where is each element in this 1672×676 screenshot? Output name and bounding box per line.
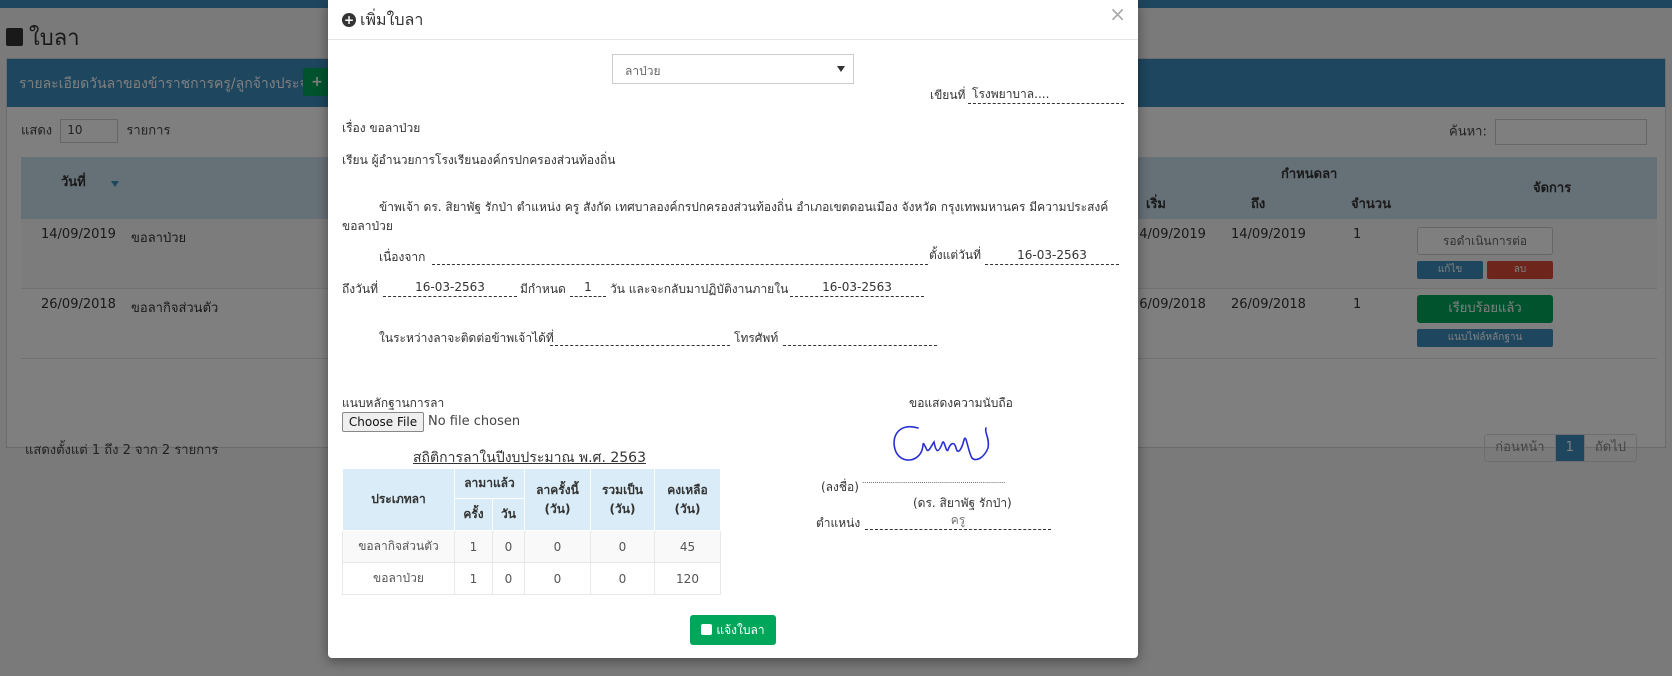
stats-col-taken: ลามาแล้ว <box>454 468 525 499</box>
stats-col-type: ประเภทลา <box>342 468 455 531</box>
written-at-label: เขียนที่ <box>930 88 966 102</box>
stats-col-this-time: ลาครั้งนี้ (วัน) <box>524 468 591 531</box>
stats-col-remaining: คงเหลือ (วัน) <box>654 468 721 531</box>
phone-label: โทรศัพท์ <box>734 331 779 345</box>
stats-row: ขอลากิจส่วนตัว 1 0 0 0 45 <box>342 530 721 563</box>
sign-label: (ลงชื่อ) <box>821 480 859 494</box>
phone-field[interactable] <box>783 326 937 346</box>
save-icon <box>701 624 713 635</box>
stats-title: สถิติการลาในปีงบประมาณ พ.ศ. 2563 <box>413 450 646 466</box>
leave-stats-table: ประเภทลา ลามาแล้ว ลาครั้งนี้ (วัน) รวมเป็… <box>342 468 721 595</box>
duration-label: มีกำหนด <box>520 282 566 296</box>
leave-type-select[interactable]: ลาป่วย <box>612 54 854 84</box>
plus-circle-icon: + <box>342 13 356 27</box>
written-at-field[interactable]: โรงพยาบาล.... <box>968 84 1124 104</box>
stats-col-days: วัน <box>492 498 525 531</box>
position-label: ตำแหน่ง <box>816 516 861 530</box>
choose-file-button[interactable]: Choose File <box>342 412 424 432</box>
submit-leave-button[interactable]: แจ้งใบลา <box>690 615 776 645</box>
attach-label: แนบหลักฐานการลา <box>342 396 445 410</box>
stats-col-total: รวมเป็น (วัน) <box>590 468 655 531</box>
regards-text: ขอแสดงความนับถือ <box>909 396 1013 410</box>
stats-row: ขอลาป่วย 1 0 0 0 120 <box>342 562 721 595</box>
start-date-label: ตั้งแต่วันที่ <box>929 248 982 262</box>
add-leave-modal: + เพิ่มใบลา × ลาป่วย เขียนที่ โรงพยาบาล..… <box>328 0 1138 658</box>
body-line: ขอลาป่วย <box>342 219 393 233</box>
close-icon[interactable]: × <box>1109 2 1126 26</box>
modal-header: + เพิ่มใบลา × <box>328 0 1138 40</box>
contact-label: ในระหว่างลาจะติดต่อข้าพเจ้าได้ที่ <box>379 331 554 345</box>
modal-title: + เพิ่มใบลา <box>342 10 424 29</box>
stats-col-times: ครั้ง <box>454 498 493 531</box>
return-date-field[interactable]: 16-03-2563 <box>790 277 924 297</box>
end-date-field[interactable]: 16-03-2563 <box>383 277 517 297</box>
position-field[interactable]: ครู <box>865 510 1051 530</box>
contact-field[interactable] <box>550 326 730 346</box>
chevron-down-icon <box>837 66 845 72</box>
signature-image <box>893 425 990 461</box>
duration-field[interactable]: 1 <box>570 277 606 297</box>
subject-line: เรื่อง ขอลาป่วย <box>342 121 421 135</box>
reason-field[interactable] <box>432 245 928 265</box>
recipient-line: เรียน ผู้อำนวยการโรงเรียนองค์กรปกครองส่ว… <box>342 153 616 167</box>
body-line: ข้าพเจ้า ดร. สิยาพัฐ รักป่า ตำแหน่ง ครู … <box>379 200 1109 214</box>
return-label: วัน และจะกลับมาปฏิบัติงานภายใน <box>610 282 789 296</box>
end-date-label: ถึงวันที่ <box>342 282 378 296</box>
reason-label: เนื่องจาก <box>379 250 426 264</box>
file-status: No file chosen <box>428 414 521 429</box>
signature-line: ........................................… <box>862 476 1006 485</box>
start-date-field[interactable]: 16-03-2563 <box>985 245 1119 265</box>
